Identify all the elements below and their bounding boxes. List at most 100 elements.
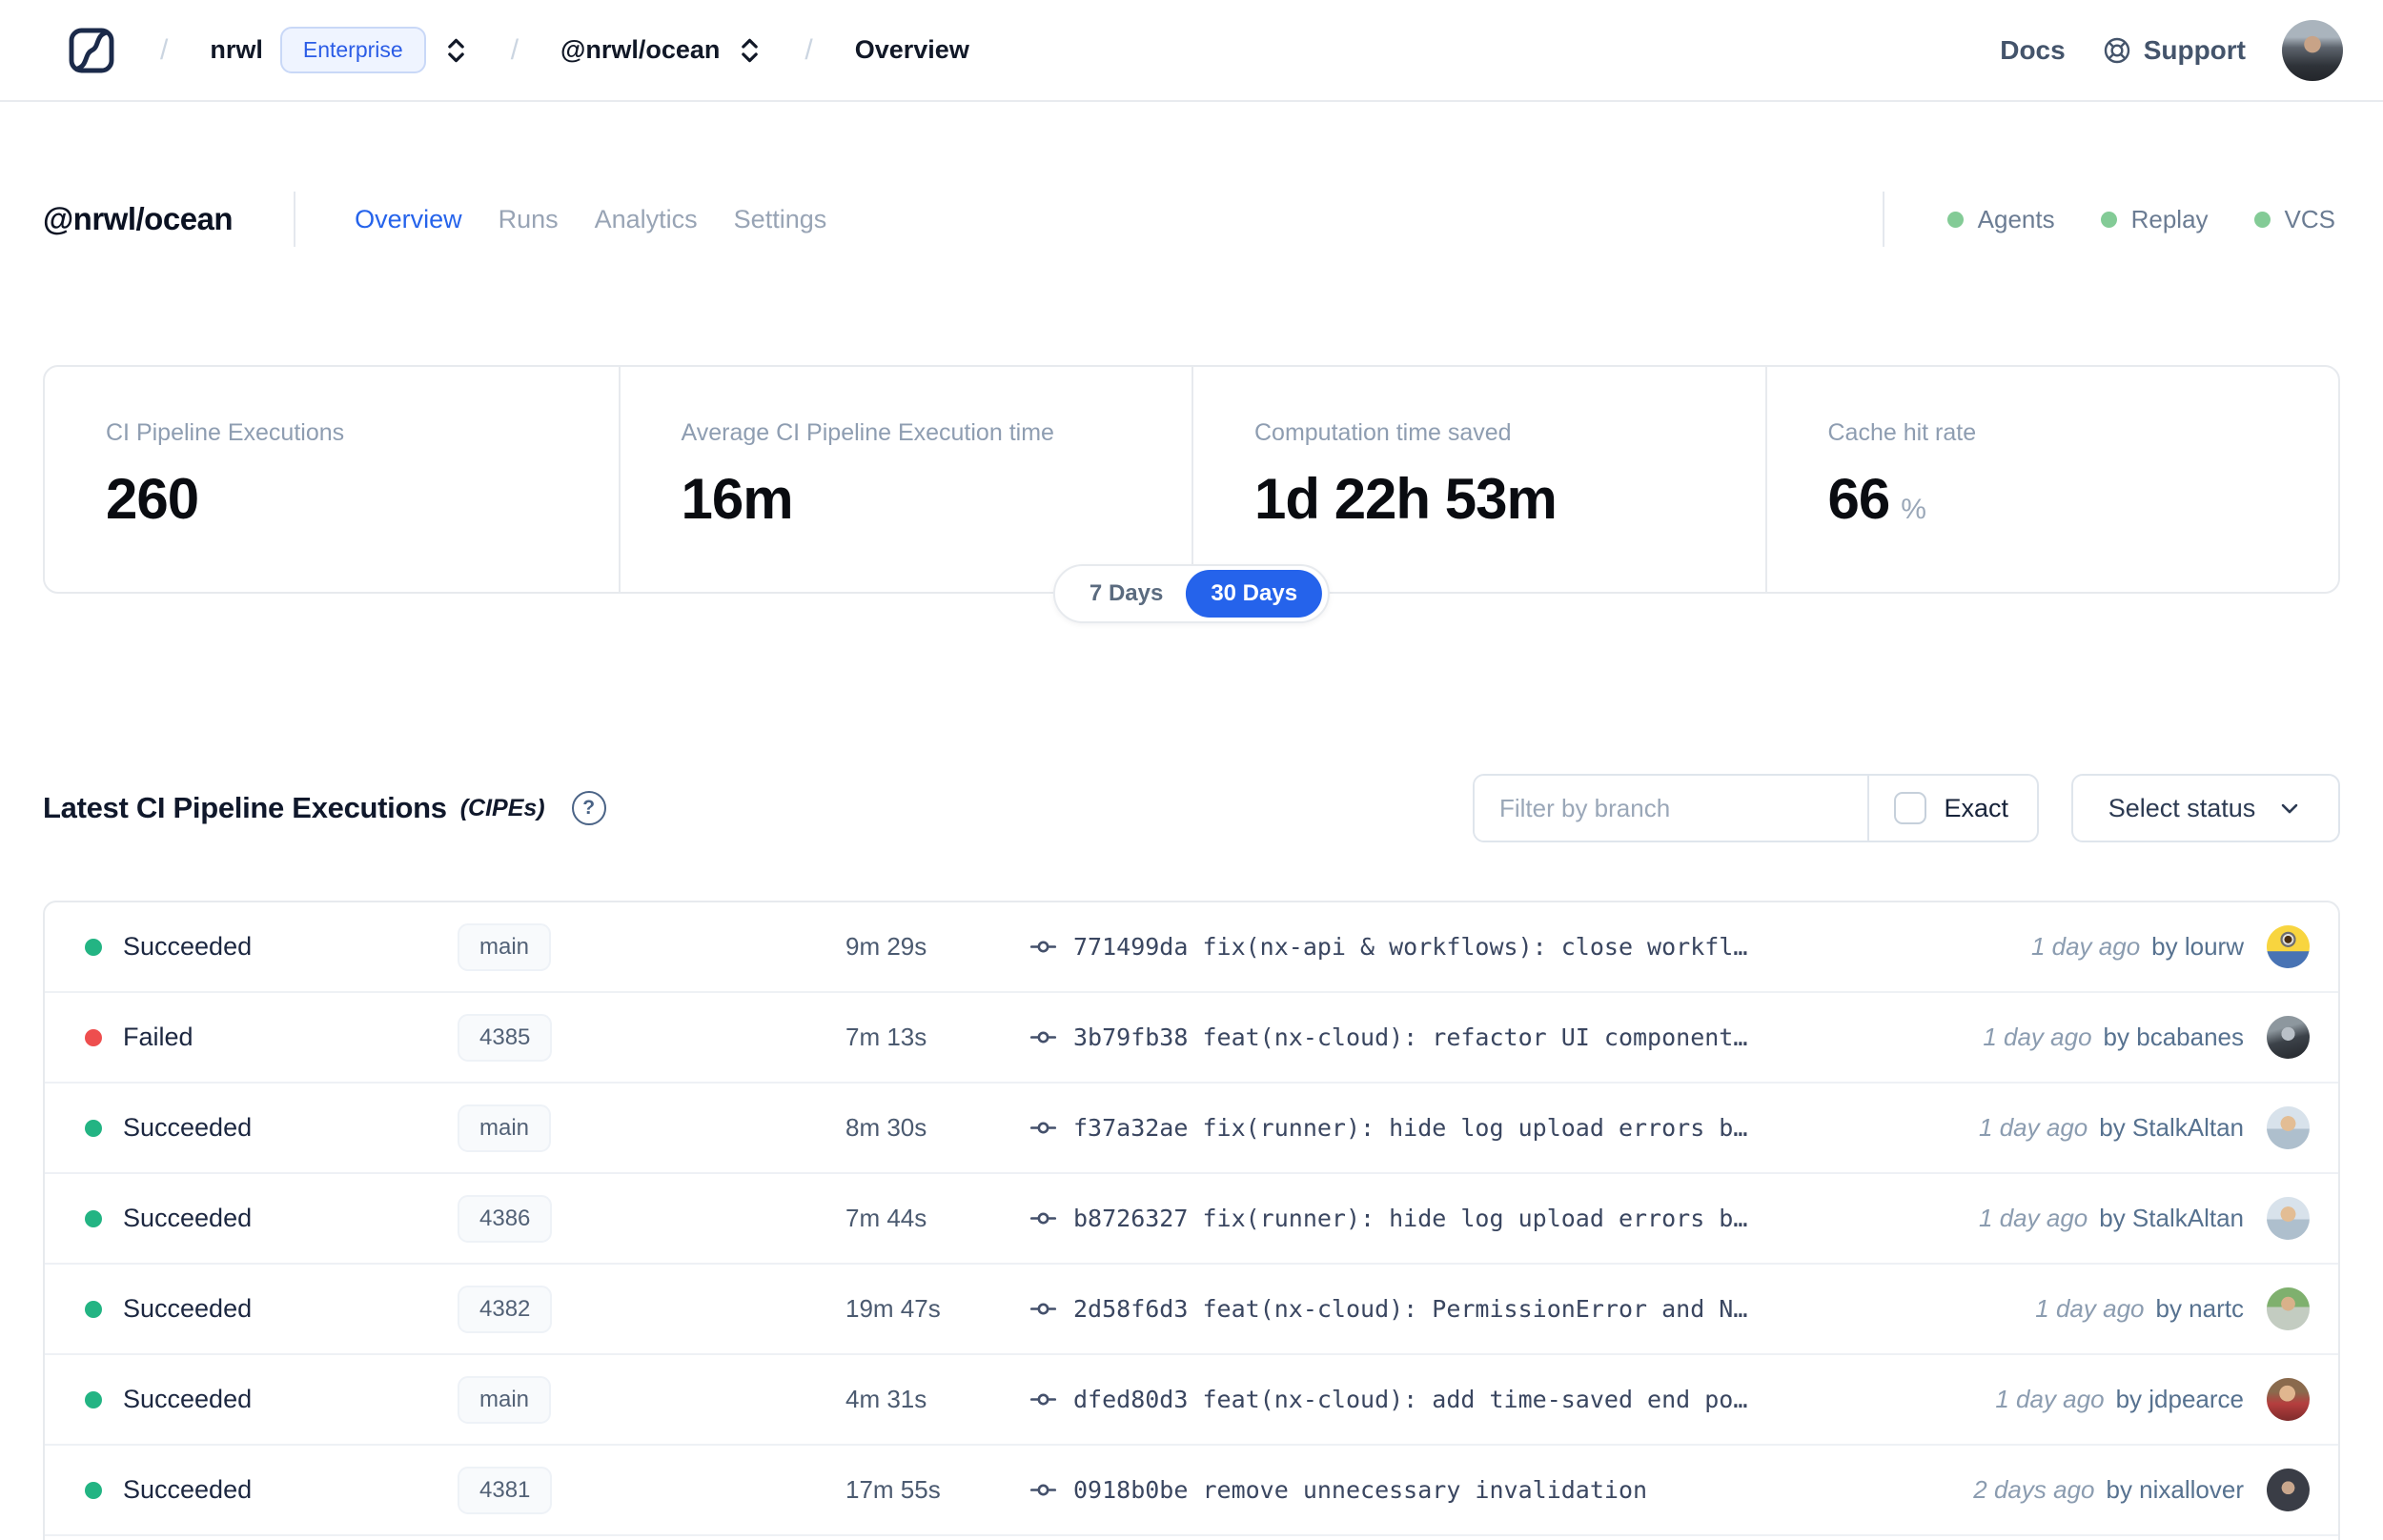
branch-badge[interactable]: 4382 <box>458 1285 553 1333</box>
page-title: @nrwl/ocean <box>43 201 234 236</box>
chevron-down-icon <box>2276 795 2303 821</box>
status-label: Succeeded <box>123 1204 253 1232</box>
status-dot-icon <box>2253 211 2271 228</box>
tab-settings[interactable]: Settings <box>734 205 827 234</box>
author-avatar[interactable] <box>2267 1106 2310 1149</box>
author-avatar[interactable] <box>2267 1378 2310 1421</box>
duration-label: 7m 44s <box>845 1204 927 1232</box>
range-7-days-button[interactable]: 7 Days <box>1061 580 1186 607</box>
table-row[interactable]: Succeeded 4382 19m 47s 2d58f6d3 feat(nx-… <box>45 1265 2338 1355</box>
branch-badge[interactable]: main <box>458 1104 552 1152</box>
status-label: Succeeded <box>123 1385 253 1413</box>
breadcrumb-separator: / <box>160 33 169 66</box>
divider <box>1882 192 1884 247</box>
help-icon[interactable]: ? <box>571 791 606 825</box>
commit-message[interactable]: 771499da fix(nx-api & workflows): close … <box>1073 933 1747 961</box>
status-dot-icon <box>85 1119 102 1137</box>
workspace-name[interactable]: @nrwl/ocean <box>560 35 720 65</box>
status-label: Succeeded <box>123 1294 253 1323</box>
author-avatar[interactable] <box>2267 925 2310 968</box>
cipe-table: Succeeded main 9m 29s 771499da fix(nx-ap… <box>43 901 2340 1540</box>
range-30-days-button[interactable]: 30 Days <box>1186 570 1323 618</box>
stat-ci-pipeline-executions: CI Pipeline Executions 260 <box>106 419 345 531</box>
branch-badge[interactable]: 4381 <box>458 1466 553 1514</box>
breadcrumb-separator: / <box>805 33 813 66</box>
user-avatar[interactable] <box>2282 19 2343 81</box>
git-commit-icon <box>1029 1475 1058 1505</box>
author-label: by nixallover <box>2106 1475 2244 1504</box>
status-select-button[interactable]: Select status <box>2071 774 2340 842</box>
support-link[interactable]: Support <box>2102 35 2246 66</box>
stat-cache-hit-rate: Cache hit rate 66% <box>1764 367 2339 592</box>
git-commit-icon <box>1029 932 1058 962</box>
branch-badge[interactable]: 4386 <box>458 1194 553 1243</box>
exact-checkbox[interactable] <box>1894 792 1927 824</box>
branch-badge[interactable]: 4385 <box>458 1013 553 1062</box>
breadcrumb-page: Overview <box>854 35 969 64</box>
branch-badge[interactable]: main <box>458 1375 552 1424</box>
status-dot-icon <box>85 1390 102 1408</box>
breadcrumb: / nrwl Enterprise / @nrwl/ocean / Overvi… <box>65 24 969 77</box>
duration-label: 4m 31s <box>845 1385 927 1413</box>
table-row[interactable]: Succeeded 4381 17m 55s 0918b0be remove u… <box>45 1446 2338 1536</box>
stats-cards: CI Pipeline Executions 260 Average CI Pi… <box>43 365 2340 594</box>
workspace-selector-icon[interactable] <box>737 35 763 66</box>
nx-cloud-logo-icon[interactable] <box>65 24 118 77</box>
table-row[interactable]: Failed 4385 7m 13s 3b79fb38 feat(nx-clou… <box>45 993 2338 1084</box>
author-avatar[interactable] <box>2267 1287 2310 1330</box>
duration-label: 19m 47s <box>845 1294 941 1323</box>
tab-analytics[interactable]: Analytics <box>595 205 698 234</box>
table-row[interactable]: Succeeded main 4m 31s dfed80d3 feat(nx-c… <box>45 1355 2338 1446</box>
branch-filter-group: Exact <box>1473 774 2039 842</box>
workspace-bar: @nrwl/ocean Overview Runs Analytics Sett… <box>0 183 2383 255</box>
commit-message[interactable]: f37a32ae fix(runner): hide log upload er… <box>1073 1114 1747 1142</box>
relative-time: 1 day ago <box>2035 1294 2145 1323</box>
org-selector-icon[interactable] <box>443 35 469 66</box>
feature-replay[interactable]: Replay <box>2100 205 2209 234</box>
author-avatar[interactable] <box>2267 1469 2310 1511</box>
tab-overview[interactable]: Overview <box>355 205 462 234</box>
author-label: by StalkAltan <box>2099 1113 2244 1142</box>
table-row[interactable]: Succeeded main 9m 29s 771499da fix(nx-ap… <box>45 902 2338 993</box>
duration-label: 17m 55s <box>845 1475 941 1504</box>
branch-badge[interactable]: main <box>458 922 552 971</box>
docs-link[interactable]: Docs <box>2000 35 2065 66</box>
duration-label: 8m 30s <box>845 1113 927 1142</box>
cipe-section-header: Latest CI Pipeline Executions (CIPEs) ? … <box>43 772 2340 844</box>
status-label: Failed <box>123 1023 193 1051</box>
commit-message[interactable]: dfed80d3 feat(nx-cloud): add time-saved … <box>1073 1386 1747 1413</box>
relative-time: 1 day ago <box>1979 1113 2088 1142</box>
relative-time: 1 day ago <box>1979 1204 2088 1232</box>
table-row[interactable]: Succeeded main 8m 30s f37a32ae fix(runne… <box>45 1084 2338 1174</box>
duration-label: 9m 29s <box>845 932 927 961</box>
author-label: by StalkAltan <box>2099 1204 2244 1232</box>
relative-time: 1 day ago <box>2030 932 2141 961</box>
status-dot-icon <box>85 1028 102 1046</box>
status-dot-icon <box>85 1300 102 1318</box>
exact-label: Exact <box>1944 793 2008 822</box>
status-label: Succeeded <box>123 932 253 961</box>
org-name[interactable]: nrwl <box>210 35 263 65</box>
status-label: Succeeded <box>123 1475 253 1504</box>
commit-message[interactable]: 2d58f6d3 feat(nx-cloud): PermissionError… <box>1073 1295 1747 1323</box>
relative-time: 1 day ago <box>1983 1023 2092 1051</box>
app-header: / nrwl Enterprise / @nrwl/ocean / Overvi… <box>0 0 2383 102</box>
commit-message[interactable]: 3b79fb38 feat(nx-cloud): refactor UI com… <box>1073 1023 1747 1051</box>
feature-vcs[interactable]: VCS <box>2253 205 2335 234</box>
status-label: Succeeded <box>123 1113 253 1142</box>
git-commit-icon <box>1029 1023 1058 1052</box>
feature-agents[interactable]: Agents <box>1946 205 2055 234</box>
commit-message[interactable]: 0918b0be remove unnecessary invalidation <box>1073 1476 1647 1504</box>
git-commit-icon <box>1029 1294 1058 1324</box>
author-avatar[interactable] <box>2267 1016 2310 1059</box>
tab-runs[interactable]: Runs <box>499 205 559 234</box>
status-dot-icon <box>85 1481 102 1499</box>
relative-time: 2 days ago <box>1973 1475 2095 1504</box>
branch-filter-input[interactable] <box>1475 776 1868 841</box>
author-label: by bcabanes <box>2103 1023 2244 1051</box>
table-row[interactable]: Succeeded 4386 7m 44s b8726327 fix(runne… <box>45 1174 2338 1265</box>
commit-message[interactable]: b8726327 fix(runner): hide log upload er… <box>1073 1205 1747 1232</box>
relative-time: 1 day ago <box>1995 1385 2105 1413</box>
git-commit-icon <box>1029 1385 1058 1414</box>
author-avatar[interactable] <box>2267 1197 2310 1240</box>
